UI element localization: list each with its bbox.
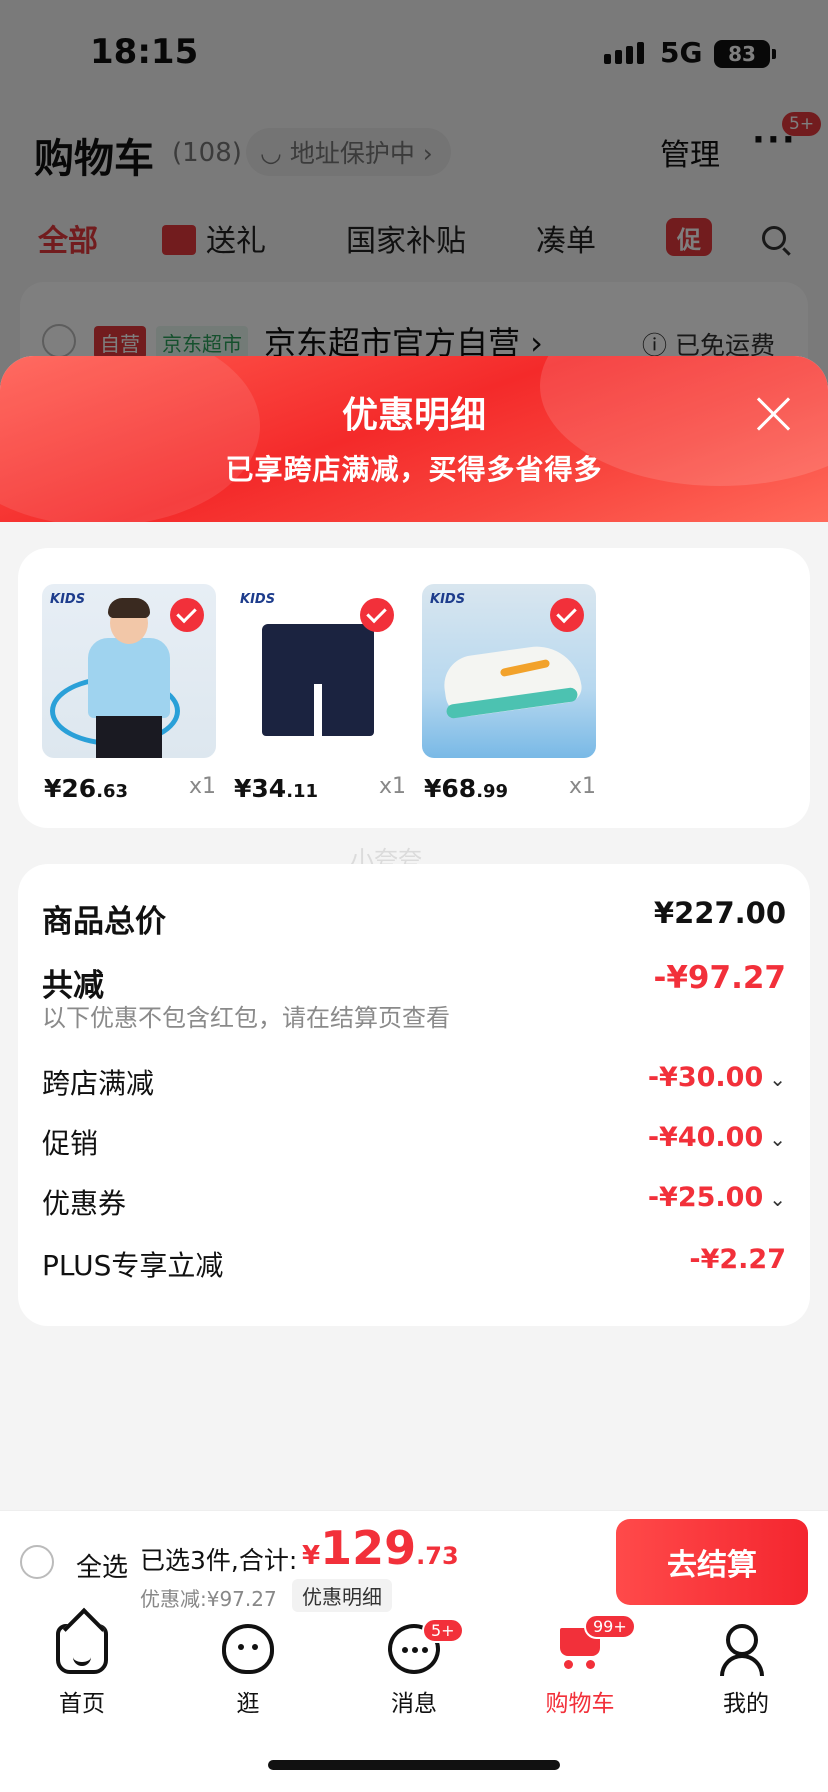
product-price: ¥68.99 [424, 774, 508, 803]
discount-label: 优惠券 [42, 1187, 127, 1220]
discount-amount: -¥25.00 [647, 1182, 764, 1213]
product-item[interactable]: KIDS ¥68.99 x1 [422, 584, 596, 806]
message-badge: 5+ [422, 1618, 464, 1643]
discount-amount: -¥30.00 [647, 1062, 764, 1093]
price-line: ¥26.63 x1 [42, 774, 216, 806]
currency-symbol: ¥ [302, 1541, 321, 1571]
message-icon: 5+ [388, 1618, 464, 1674]
discount-amount: -¥40.00 [647, 1122, 764, 1153]
sheet-title: 优惠明细 [341, 395, 486, 436]
price-line: ¥34.11 x1 [232, 774, 406, 806]
tab-profile[interactable]: 我的 [686, 1624, 806, 1718]
total-decimal: .73 [416, 1542, 459, 1570]
discount-summary: 优惠减:¥97.27 [140, 1587, 277, 1611]
discount-label: 促销 [42, 1127, 99, 1160]
tab-stroll[interactable]: 逛 [188, 1624, 308, 1718]
select-all-label[interactable]: 全选 [76, 1547, 128, 1584]
image-detail [96, 716, 162, 758]
total-price-value: ¥227.00 [653, 896, 786, 930]
checkout-bar: 全选 已选3件,合计: ¥129.73 优惠减:¥97.27 优惠明细 去结算 [0, 1510, 828, 1612]
total-reduction-row: 共减 -¥97.27 [42, 960, 787, 1004]
close-icon[interactable] [752, 392, 796, 436]
total-price-label: 商品总价 [42, 904, 166, 940]
cart-badge: 99+ [584, 1614, 636, 1639]
brand-logo: KIDS [240, 592, 276, 607]
checked-icon[interactable] [360, 598, 394, 632]
discount-label: PLUS专享立减 [42, 1249, 224, 1282]
plus-discount-row: PLUS专享立减 -¥2.27 [42, 1244, 786, 1284]
total-reduction-value: -¥97.27 [653, 960, 787, 996]
tab-messages[interactable]: 5+ 消息 [354, 1618, 474, 1718]
product-price: ¥26.63 [44, 774, 128, 803]
product-image: KIDS [422, 584, 596, 758]
discount-value: -¥40.00 ⌄ [648, 1122, 786, 1153]
selected-summary: 已选3件,合计: [140, 1546, 298, 1575]
image-detail [108, 598, 150, 618]
price-integer: ¥34 [234, 774, 287, 803]
checked-icon[interactable] [550, 598, 584, 632]
price-decimal: .63 [96, 781, 129, 802]
cart-icon: 99+ [554, 1614, 636, 1674]
discount-value: -¥2.27 [689, 1244, 786, 1275]
tab-cart[interactable]: 99+ 购物车 [520, 1614, 640, 1718]
tab-home[interactable]: 首页 [22, 1624, 142, 1718]
home-icon [56, 1624, 108, 1674]
price-integer: ¥68 [424, 774, 477, 803]
discount-detail-card: 商品总价 ¥227.00 共减 -¥97.27 以下优惠不包含红包，请在结算页查… [18, 864, 810, 1326]
cart-icon-wheel [586, 1660, 595, 1669]
tab-label: 我的 [723, 1691, 769, 1717]
home-indicator[interactable] [268, 1760, 560, 1770]
discount-value: -¥25.00 ⌄ [648, 1182, 786, 1213]
profile-icon [720, 1624, 772, 1676]
discount-detail-button[interactable]: 优惠明细 [292, 1579, 392, 1612]
total-price-row: 商品总价 ¥227.00 [42, 896, 786, 940]
profile-icon-body [720, 1654, 764, 1676]
coupon-row[interactable]: 优惠券 -¥25.00 ⌄ [42, 1182, 786, 1222]
header-decoration [0, 356, 260, 526]
profile-icon-head [726, 1624, 758, 1656]
sheet-subtitle: 已享跨店满减，买得多省得多 [225, 453, 603, 486]
price-integer: ¥26 [44, 774, 97, 803]
checkout-button[interactable]: 去结算 [616, 1519, 808, 1605]
product-image: KIDS [42, 584, 216, 758]
brand-logo: KIDS [430, 592, 466, 607]
total-integer: 129 [320, 1521, 417, 1575]
tab-label: 首页 [59, 1691, 105, 1717]
cross-store-discount-row[interactable]: 跨店满减 -¥30.00 ⌄ [42, 1062, 786, 1102]
product-price: ¥34.11 [234, 774, 318, 803]
sheet-header: 优惠明细 已享跨店满减，买得多省得多 [0, 356, 828, 526]
tab-label: 购物车 [545, 1691, 615, 1717]
discount-label: 跨店满减 [42, 1067, 155, 1100]
image-detail [314, 684, 322, 736]
price-line: ¥68.99 x1 [422, 774, 596, 806]
product-quantity: x1 [188, 774, 216, 799]
discount-value: -¥30.00 ⌄ [648, 1062, 786, 1093]
promotion-row[interactable]: 促销 -¥40.00 ⌄ [42, 1122, 786, 1162]
image-detail [88, 638, 170, 718]
products-card: KIDS ¥26.63 x1 KIDS ¥34.11 x1 KIDS ¥68.9… [18, 548, 810, 828]
chevron-down-icon[interactable]: ⌄ [769, 1067, 786, 1091]
product-quantity: x1 [378, 774, 406, 799]
product-image: KIDS [232, 584, 406, 758]
product-item[interactable]: KIDS ¥34.11 x1 [232, 584, 406, 806]
chevron-down-icon[interactable]: ⌄ [769, 1127, 786, 1151]
price-decimal: .99 [476, 781, 509, 802]
price-decimal: .11 [286, 781, 319, 802]
tab-label: 逛 [236, 1691, 260, 1717]
tab-label: 消息 [391, 1691, 437, 1717]
brand-logo: KIDS [50, 592, 86, 607]
total-amount: ¥129.73 [302, 1521, 459, 1575]
checked-icon[interactable] [170, 598, 204, 632]
cart-icon-wheel [564, 1660, 573, 1669]
reduction-note: 以下优惠不包含红包，请在结算页查看 [42, 1004, 450, 1032]
bottom-tab-bar: 首页 逛 5+ 消息 99+ 购物车 我的 [0, 1612, 828, 1792]
product-quantity: x1 [568, 774, 596, 799]
stroll-icon [222, 1624, 274, 1674]
select-all-radio[interactable] [20, 1545, 54, 1579]
chevron-down-icon[interactable]: ⌄ [769, 1187, 786, 1211]
product-item[interactable]: KIDS ¥26.63 x1 [42, 584, 216, 806]
